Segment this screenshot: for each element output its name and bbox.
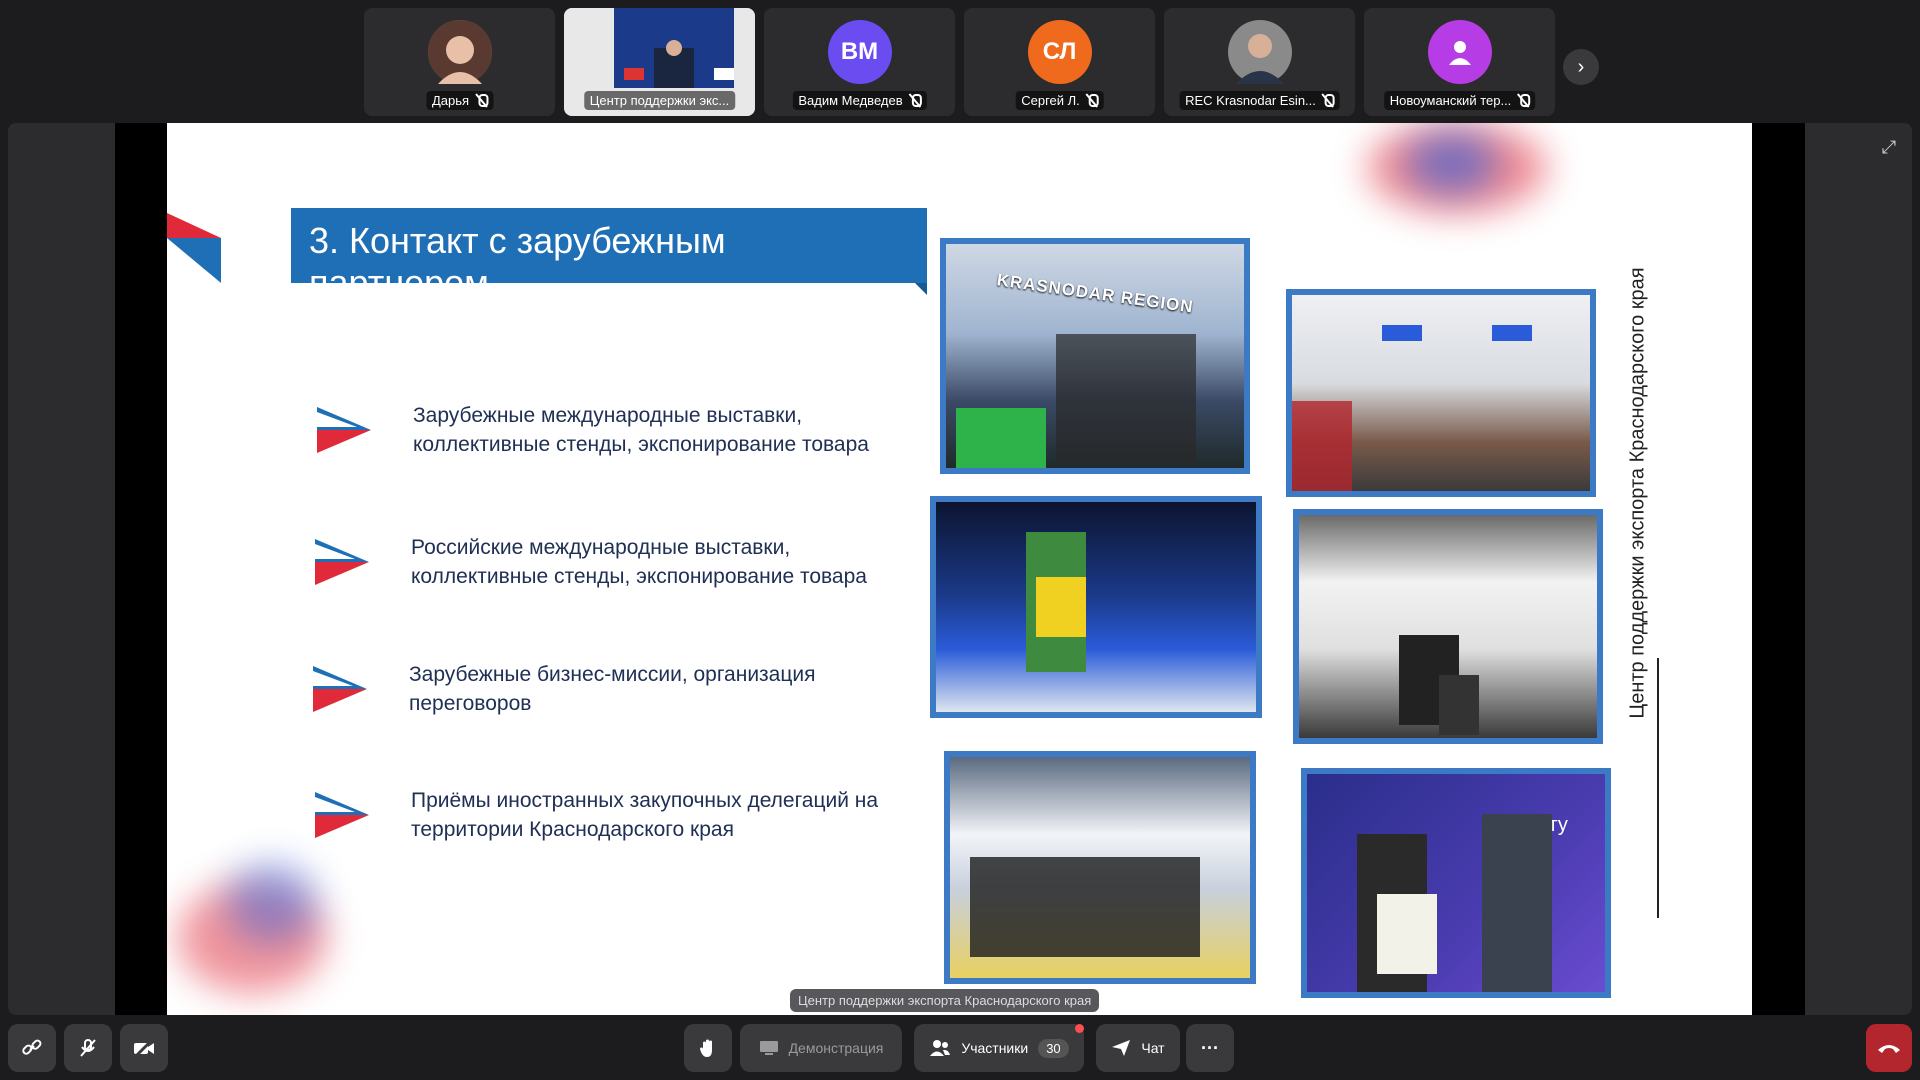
bullet-item: Зарубежные международные выставки, колле… [317, 401, 883, 459]
more-button[interactable]: ··· [1186, 1024, 1234, 1072]
photo-expo-krasnodar: KRASNODAR REGION [940, 238, 1250, 474]
mic-off-icon [1086, 93, 1099, 108]
bullet-item: Приёмы иностранных закупочных делегаций … [315, 786, 901, 844]
hand-icon [700, 1039, 712, 1057]
link-button[interactable] [8, 1024, 56, 1072]
slide-title: 3. Контакт с зарубежным партнером [291, 208, 927, 303]
avatar: ВМ [827, 20, 892, 84]
camera-toggle-button[interactable] [120, 1024, 168, 1072]
participant-name: REC Krasnodar Esin... [1179, 91, 1340, 110]
photo-award: ерт ту [1301, 768, 1611, 998]
chevron-right-icon[interactable]: › [1563, 49, 1599, 85]
bullet-text: Приёмы иностранных закупочных делегаций … [411, 789, 879, 841]
avatar [427, 20, 492, 84]
participants-button[interactable]: Участники 30 [914, 1024, 1084, 1072]
participant-tile[interactable]: Дарья [364, 8, 555, 116]
flag-icon [315, 792, 369, 838]
bullet-item: Зарубежные бизнес-миссии, организация пе… [313, 660, 879, 718]
participant-name: Вадим Медведев [792, 91, 927, 110]
flag-icon [315, 539, 369, 585]
link-icon [22, 1039, 42, 1055]
bullet-text: Российские международные выставки, колле… [411, 536, 867, 588]
send-icon [1112, 1040, 1131, 1056]
mic-off-icon [909, 93, 922, 108]
decor-blob [1407, 133, 1497, 193]
presentation-slide: 3. Контакт с зарубежным партнером Зарубе… [167, 123, 1752, 1015]
camera-off-icon [133, 1038, 154, 1059]
mic-off-icon [80, 1039, 96, 1057]
decor-blob [227, 863, 317, 943]
divider [1657, 658, 1659, 918]
participant-name: Дарья [425, 91, 494, 110]
participant-name: Центр поддержки экс... [583, 91, 736, 110]
participant-tile[interactable]: СЛ Сергей Л. [964, 8, 1155, 116]
bullet-item: Российские международные выставки, колле… [315, 533, 881, 591]
participant-tile[interactable]: REC Krasnodar Esin... [1164, 8, 1355, 116]
photo-label: KRASNODAR REGION [995, 270, 1195, 317]
participant-name: Новоуманский тер... [1383, 91, 1536, 110]
participants-icon [930, 1040, 951, 1056]
participant-strip: Дарья Центр поддержки экс... ВМ Вадим Ме… [364, 8, 1555, 116]
raise-hand-button[interactable] [684, 1024, 732, 1072]
more-icon: ··· [1201, 1037, 1219, 1058]
photo-expo-stand [930, 496, 1262, 718]
screen-share-caption: Центр поддержки экспорта Краснодарского … [790, 989, 1100, 1012]
user-icon [1448, 41, 1471, 65]
phone-hangup-icon [1878, 1045, 1900, 1053]
bullet-text: Зарубежные международные выставки, колле… [413, 404, 869, 456]
avatar: СЛ [1027, 20, 1092, 84]
slide-side-text: Центр поддержки экспорта Краснодарского … [1626, 267, 1649, 719]
mic-off-icon [1322, 93, 1335, 108]
chat-button[interactable]: Чат [1096, 1024, 1180, 1072]
photo-expo-visitors [1293, 509, 1603, 744]
avatar [1427, 20, 1492, 84]
expand-icon[interactable]: ⤢ [1874, 132, 1904, 162]
participant-tile[interactable]: Новоуманский тер... [1364, 8, 1555, 116]
mic-toggle-button[interactable] [64, 1024, 112, 1072]
flag-icon [313, 666, 367, 712]
participant-tile-active[interactable]: Центр поддержки экс... [564, 8, 755, 116]
participants-count: 30 [1038, 1038, 1069, 1058]
participant-name: Сергей Л. [1015, 91, 1104, 110]
hangup-button[interactable] [1866, 1024, 1912, 1072]
screen-share-button[interactable]: Демонстрация [740, 1024, 902, 1072]
participant-tile[interactable]: ВМ Вадим Медведев [764, 8, 955, 116]
avatar [1227, 20, 1292, 84]
flag-icon [317, 407, 371, 453]
notification-dot [1075, 1024, 1084, 1033]
bullet-text: Зарубежные бизнес-миссии, организация пе… [409, 663, 816, 715]
photo-negotiations [1286, 289, 1596, 497]
mic-off-icon [1517, 93, 1531, 108]
mic-off-icon [475, 93, 489, 108]
screen-icon [759, 1041, 778, 1055]
photo-delegation-group [944, 751, 1256, 984]
corner-flag-icon [167, 213, 221, 283]
